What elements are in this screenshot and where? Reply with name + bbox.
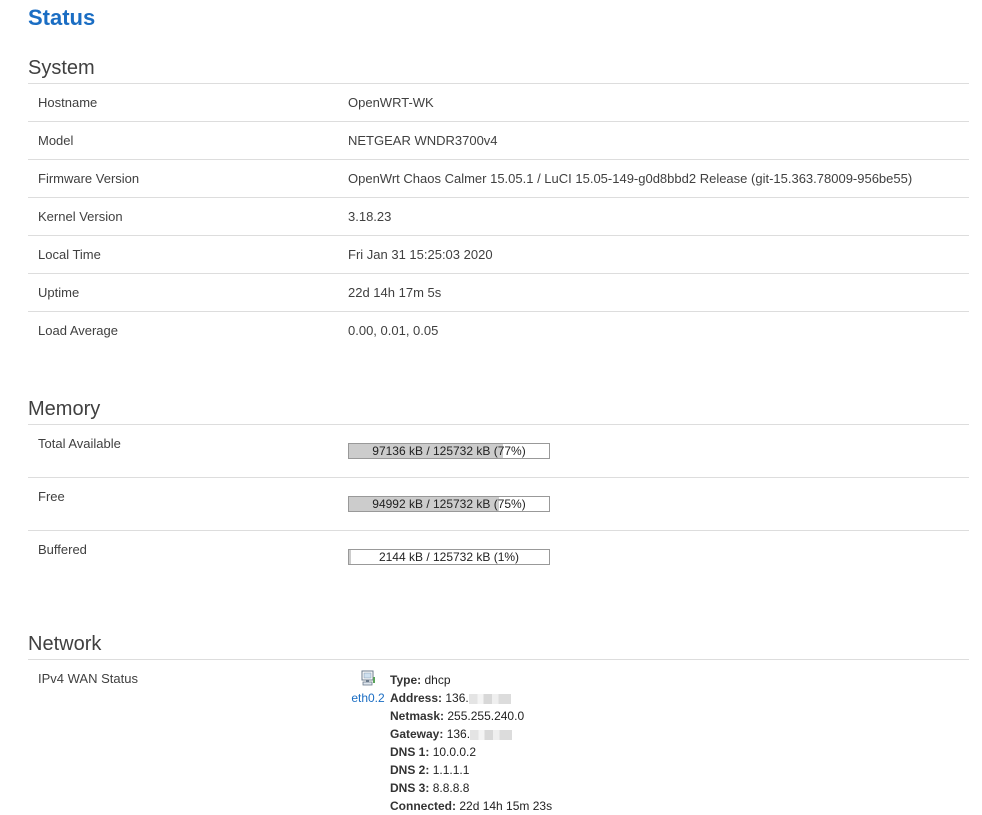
hostname-label: Hostname <box>28 84 348 122</box>
buffered-label: Buffered <box>38 542 87 557</box>
total-available-label: Total Available <box>28 425 348 478</box>
system-heading: System <box>28 53 969 84</box>
model-label: Model <box>28 121 348 160</box>
progress-text: 94992 kB / 125732 kB (75%) <box>372 497 526 511</box>
uptime-label: Uptime <box>28 273 348 312</box>
field-key: Address: <box>390 691 443 705</box>
table-row: Buffered 2144 kB / 125732 kB (1%) <box>28 531 969 584</box>
free-progress-bar: 94992 kB / 125732 kB (75%) <box>348 496 550 512</box>
wan-field-dns1: DNS 1: 10.0.0.2 <box>390 743 552 761</box>
wan-status-block: eth0.2 Type: dhcp Address: 136. Netmask:… <box>348 670 969 815</box>
table-row: Local Time Fri Jan 31 15:25:03 2020 <box>28 235 969 274</box>
progress-text: 2144 kB / 125732 kB (1%) <box>378 550 520 564</box>
table-row: Total Available 97136 kB / 125732 kB (77… <box>28 425 969 478</box>
model-value: NETGEAR WNDR3700v4 <box>348 121 969 160</box>
table-row: Firmware Version OpenWrt Chaos Calmer 15… <box>28 159 969 198</box>
redacted-mask <box>470 729 513 740</box>
field-key: DNS 3: <box>390 781 430 795</box>
memory-heading: Memory <box>28 394 969 425</box>
local-time-label: Local Time <box>28 235 348 274</box>
table-row: Free 94992 kB / 125732 kB (75%) <box>28 477 969 531</box>
progress-text: 97136 kB / 125732 kB (77%) <box>372 444 526 458</box>
wan-details: Type: dhcp Address: 136. Netmask: 255.25… <box>390 671 552 815</box>
free-label: Free <box>28 477 348 531</box>
status-page: Status System Hostname OpenWRT-WK Model … <box>0 0 982 815</box>
wan-field-dns2: DNS 2: 1.1.1.1 <box>390 761 552 779</box>
field-key: DNS 1: <box>390 745 430 759</box>
system-table: Hostname OpenWRT-WK Model NETGEAR WNDR37… <box>28 84 969 349</box>
system-section: System Hostname OpenWRT-WK Model NETGEAR… <box>28 53 969 349</box>
table-row: Uptime 22d 14h 17m 5s <box>28 273 969 312</box>
field-key: Connected: <box>390 799 456 813</box>
interface-badge[interactable]: eth0.2 <box>348 670 388 705</box>
ipv4-wan-status-label: IPv4 WAN Status <box>38 671 138 686</box>
hostname-value: OpenWRT-WK <box>348 84 969 122</box>
network-port-icon <box>360 670 376 686</box>
kernel-version-value: 3.18.23 <box>348 197 969 236</box>
field-key: Gateway: <box>390 727 444 741</box>
table-row: Hostname OpenWRT-WK <box>28 84 969 122</box>
page-title: Status <box>28 5 96 30</box>
memory-table: Total Available 97136 kB / 125732 kB (77… <box>28 425 969 583</box>
network-section: Network IPv4 WAN Status eth0.2 Type: dhc… <box>28 629 969 815</box>
progress-fill <box>349 550 351 564</box>
network-table: IPv4 WAN Status eth0.2 Type: dhcp Addres… <box>28 660 969 815</box>
load-average-label: Load Average <box>38 323 118 338</box>
wan-field-type: Type: dhcp <box>390 671 552 689</box>
field-key: Netmask: <box>390 709 445 723</box>
field-value: 136. <box>446 727 471 741</box>
wan-field-gateway: Gateway: 136. <box>390 725 552 743</box>
uptime-value: 22d 14h 17m 5s <box>348 273 969 312</box>
redacted-mask <box>468 693 511 704</box>
table-row: IPv4 WAN Status eth0.2 Type: dhcp Addres… <box>28 660 969 815</box>
memory-section: Memory Total Available 97136 kB / 125732… <box>28 394 969 583</box>
field-value: 22d 14h 15m 23s <box>459 799 553 813</box>
firmware-version-label: Firmware Version <box>28 159 348 198</box>
wan-field-address: Address: 136. <box>390 689 552 707</box>
table-row: Model NETGEAR WNDR3700v4 <box>28 121 969 160</box>
field-value: 136. <box>445 691 469 705</box>
firmware-version-value: OpenWrt Chaos Calmer 15.05.1 / LuCI 15.0… <box>348 159 969 198</box>
interface-name-link[interactable]: eth0.2 <box>348 691 388 705</box>
field-value: dhcp <box>424 673 451 687</box>
local-time-value: Fri Jan 31 15:25:03 2020 <box>348 235 969 274</box>
field-value: 255.255.240.0 <box>447 709 525 723</box>
field-key: DNS 2: <box>390 763 430 777</box>
wan-field-connected: Connected: 22d 14h 15m 23s <box>390 797 552 815</box>
field-key: Type: <box>390 673 422 687</box>
buffered-progress-bar: 2144 kB / 125732 kB (1%) <box>348 549 550 565</box>
table-row: Load Average 0.00, 0.01, 0.05 <box>28 312 969 350</box>
wan-field-netmask: Netmask: 255.255.240.0 <box>390 707 552 725</box>
load-average-value: 0.00, 0.01, 0.05 <box>348 323 439 338</box>
network-heading: Network <box>28 629 969 660</box>
table-row: Kernel Version 3.18.23 <box>28 197 969 236</box>
kernel-version-label: Kernel Version <box>28 197 348 236</box>
field-value: 10.0.0.2 <box>432 745 477 759</box>
field-value: 8.8.8.8 <box>432 781 470 795</box>
field-value: 1.1.1.1 <box>432 763 470 777</box>
total-available-progress-bar: 97136 kB / 125732 kB (77%) <box>348 443 550 459</box>
wan-field-dns3: DNS 3: 8.8.8.8 <box>390 779 552 797</box>
